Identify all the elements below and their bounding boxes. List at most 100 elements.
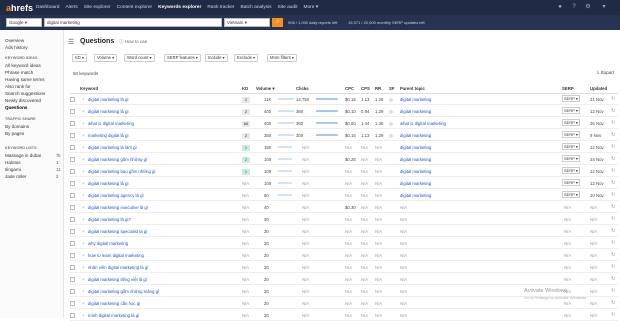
serp-button[interactable]: SERP ▾: [562, 167, 580, 174]
parent-topic-link[interactable]: digital marketing: [400, 193, 431, 198]
row-checkbox[interactable]: [70, 181, 75, 186]
sidebar-list-item[interactable]: Jade roller: [5, 174, 26, 179]
column-header[interactable]: SF: [389, 86, 395, 91]
column-header[interactable]: KD: [242, 86, 248, 91]
parent-topic-link[interactable]: digital marketing: [400, 157, 431, 162]
column-header[interactable]: CPC: [345, 86, 354, 91]
refresh-icon[interactable]: ↻: [611, 264, 615, 270]
filter-button[interactable]: Exclude ▾: [234, 54, 259, 62]
keyword-link[interactable]: digital marketing cần học gì: [88, 301, 140, 306]
add-to-list-icon[interactable]: +: [82, 217, 85, 222]
refresh-icon[interactable]: ↻: [611, 96, 615, 102]
row-checkbox[interactable]: [70, 193, 75, 198]
row-checkbox[interactable]: [70, 217, 75, 222]
row-checkbox[interactable]: [70, 169, 75, 174]
add-to-list-icon[interactable]: +: [82, 145, 85, 150]
account-icon[interactable]: ▾: [600, 3, 608, 11]
add-to-list-icon[interactable]: +: [82, 157, 85, 162]
keyword-link[interactable]: digital marketing là gì?: [88, 217, 131, 222]
filter-button[interactable]: Include ▾: [205, 54, 228, 62]
sidebar-list-item[interactable]: Halotus: [5, 160, 21, 165]
sidebar-item[interactable]: Newly discovered: [5, 98, 41, 103]
sidebar-item[interactable]: By pages: [5, 131, 24, 136]
add-to-list-icon[interactable]: +: [82, 169, 85, 174]
sidebar-item[interactable]: All keyword ideas: [5, 63, 41, 68]
serp-button[interactable]: SERP ▾: [562, 131, 580, 138]
serp-button[interactable]: SERP ▾: [562, 179, 580, 186]
add-to-list-icon[interactable]: +: [82, 97, 85, 102]
sidebar-item[interactable]: Phrase match: [5, 70, 33, 75]
refresh-icon[interactable]: ↻: [611, 108, 615, 114]
settings-icon[interactable]: ⚙: [584, 3, 592, 11]
refresh-icon[interactable]: ↻: [611, 180, 615, 186]
nav-item[interactable]: Keywords explorer: [158, 5, 201, 10]
notifications-icon[interactable]: ●: [556, 3, 564, 11]
menu-icon[interactable]: ☰: [68, 38, 74, 46]
add-to-list-icon[interactable]: +: [82, 289, 85, 294]
refresh-icon[interactable]: ↻: [611, 300, 615, 306]
column-header[interactable]: SERP: [562, 86, 574, 91]
row-checkbox[interactable]: [70, 133, 75, 138]
add-to-list-icon[interactable]: +: [82, 313, 85, 318]
nav-item[interactable]: Dashboard: [36, 5, 59, 10]
keyword-link[interactable]: what is digital marketing: [88, 121, 134, 126]
sidebar-item[interactable]: Ads history: [5, 45, 28, 50]
refresh-icon[interactable]: ↻: [611, 276, 615, 282]
row-checkbox[interactable]: [70, 265, 75, 270]
row-checkbox[interactable]: [70, 289, 75, 294]
keyword-link[interactable]: digital marketing tiếng việt là gì: [88, 277, 147, 282]
serp-button[interactable]: SERP ▾: [562, 119, 580, 126]
add-to-list-icon[interactable]: +: [82, 229, 85, 234]
keyword-link[interactable]: marketing digital là gì: [88, 133, 129, 138]
row-checkbox[interactable]: [70, 157, 75, 162]
filter-button[interactable]: Word count ▾: [124, 54, 155, 62]
how-to-use-link[interactable]: ⓘ How to use: [119, 39, 147, 45]
row-checkbox[interactable]: [70, 313, 75, 318]
add-to-list-icon[interactable]: +: [82, 241, 85, 246]
row-checkbox[interactable]: [70, 109, 75, 114]
ahrefs-logo[interactable]: ahrefs: [6, 3, 34, 13]
add-to-list-icon[interactable]: +: [82, 205, 85, 210]
nav-item[interactable]: Site explorer: [84, 5, 111, 10]
keyword-link[interactable]: how to learn digital marketing: [88, 253, 144, 258]
filter-button[interactable]: More filters ▾: [267, 54, 297, 62]
row-checkbox[interactable]: [70, 301, 75, 306]
refresh-icon[interactable]: ↻: [611, 228, 615, 234]
serp-button[interactable]: SERP ▾: [562, 155, 580, 162]
sidebar-item[interactable]: Search suggestions: [5, 91, 45, 96]
refresh-icon[interactable]: ↻: [611, 204, 615, 210]
refresh-icon[interactable]: ↻: [611, 168, 615, 174]
refresh-icon[interactable]: ↻: [611, 132, 615, 138]
parent-topic-link[interactable]: digital marketing: [400, 145, 431, 150]
row-checkbox[interactable]: [70, 121, 75, 126]
add-to-list-icon[interactable]: +: [82, 253, 85, 258]
sidebar-item[interactable]: Also rank for: [5, 84, 31, 89]
nav-item[interactable]: Site audit: [277, 5, 297, 10]
serp-button[interactable]: SERP ▾: [562, 143, 580, 150]
serp-button[interactable]: SERP ▾: [562, 107, 580, 114]
help-icon[interactable]: ?: [570, 3, 578, 11]
keyword-input[interactable]: digital marketing: [44, 18, 222, 27]
parent-topic-link[interactable]: digital marketing: [400, 181, 431, 186]
refresh-icon[interactable]: ↻: [611, 216, 615, 222]
row-checkbox[interactable]: [70, 229, 75, 234]
column-header[interactable]: RR: [375, 86, 381, 91]
keyword-link[interactable]: digital marketing là gì: [88, 181, 129, 186]
column-header[interactable]: Keyword: [80, 86, 98, 91]
add-to-list-icon[interactable]: +: [82, 133, 85, 138]
column-header[interactable]: Updated: [590, 86, 607, 91]
filter-button[interactable]: KD ▾: [72, 54, 88, 62]
refresh-icon[interactable]: ↻: [611, 192, 615, 198]
column-header[interactable]: CPS: [361, 86, 370, 91]
keyword-link[interactable]: digital marketing executive là gì: [88, 205, 148, 210]
add-to-list-icon[interactable]: +: [82, 277, 85, 282]
add-to-list-icon[interactable]: +: [82, 193, 85, 198]
filter-button[interactable]: SERP features ▾: [164, 54, 201, 62]
refresh-icon[interactable]: ↻: [611, 240, 615, 246]
keyword-link[interactable]: digital marketing là gì: [88, 97, 129, 102]
row-checkbox[interactable]: [70, 145, 75, 150]
sidebar-list-item[interactable]: Massage in dubai: [5, 153, 41, 158]
row-checkbox[interactable]: [70, 97, 75, 102]
add-to-list-icon[interactable]: +: [82, 265, 85, 270]
column-header[interactable]: Volume ▾: [256, 86, 275, 92]
